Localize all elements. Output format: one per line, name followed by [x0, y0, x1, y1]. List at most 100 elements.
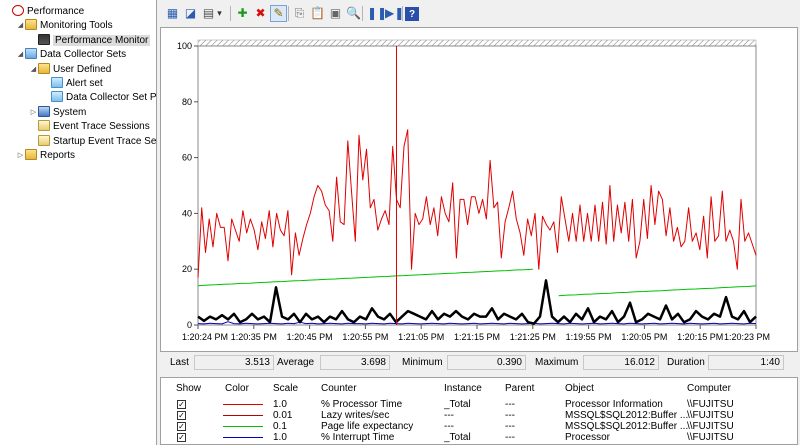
tree-item-label: Monitoring Tools — [40, 20, 113, 32]
header-scale[interactable]: Scale — [273, 383, 298, 394]
freeze-display-button[interactable]: ❚❚ — [366, 5, 387, 22]
copy-properties-button[interactable]: ⎘ — [291, 5, 308, 22]
cell-scale: 1.0 — [273, 399, 287, 410]
tree-expander-icon[interactable]: ▷ — [16, 148, 25, 163]
header-object[interactable]: Object — [565, 383, 594, 394]
show-checkbox[interactable]: ✓ — [177, 422, 186, 431]
average-label: Average — [277, 357, 315, 368]
event-trace-icon — [38, 120, 50, 132]
show-checkbox[interactable]: ✓ — [177, 433, 186, 442]
tree-item[interactable]: Performance Monitor — [29, 33, 151, 48]
tree-item-label: Performance — [27, 6, 85, 17]
x-tick-label: 1:20:35 PM — [231, 332, 277, 342]
cell-object: Processor — [565, 432, 611, 443]
tree-item[interactable]: ◢ Monitoring Tools — [16, 18, 113, 33]
duration-label: Duration — [667, 357, 705, 368]
tree-item-label: Reports — [40, 150, 76, 161]
zoom-button[interactable]: 🔍 — [345, 5, 362, 22]
highlight-button[interactable]: ✎ — [270, 5, 287, 22]
header-show[interactable]: Show — [176, 383, 201, 394]
toolbar: ▦ ◪ ▤ ▾ ✚ ✖ ✎ ⎘ 📋 ▣ 🔍 ❚❚ ▶❚? — [160, 2, 798, 26]
tree-item-label: Performance Monitor — [53, 34, 151, 46]
tree-item[interactable]: Alert set — [42, 76, 103, 91]
y-tick-label: 100 — [177, 41, 192, 51]
cell-parent: --- — [505, 432, 515, 443]
tree-expander-icon[interactable]: ▷ — [29, 105, 38, 120]
plot-frame — [197, 45, 757, 326]
duration-value: 1:40 — [708, 355, 784, 370]
minimum-value: 0.390 — [447, 355, 526, 370]
tree-item[interactable]: Data Collector Set P — [42, 90, 157, 105]
cell-computer: \\FUJITSU — [687, 421, 734, 432]
performance-icon — [12, 5, 24, 16]
update-data-button[interactable]: ▶❚ — [384, 5, 404, 22]
paste-counter-list-button[interactable]: 📋 — [309, 5, 326, 22]
x-tick-label: 1:19:55 PM — [566, 332, 612, 342]
minimum-label: Minimum — [402, 357, 443, 368]
tree-item[interactable]: ◢ User Defined — [29, 62, 111, 77]
view-current-activity-button[interactable]: ▦ — [164, 5, 181, 22]
performance-chart[interactable]: 0 20 40 60 80 100 1:20:24 PM 1:20:35 PM 1:20:45 … — [161, 28, 797, 351]
folder-icon — [25, 19, 37, 31]
tree-expander-icon[interactable]: ◢ — [16, 18, 25, 33]
reports-icon — [25, 149, 37, 160]
tree-item[interactable]: Startup Event Trace Ses — [29, 134, 157, 149]
tree-item-label: Alert set — [66, 78, 103, 89]
tree-item-label: User Defined — [53, 63, 112, 75]
toolbar-separator — [230, 6, 231, 21]
average-value: 3.698 — [320, 355, 390, 370]
cell-object: MSSQL$SQL2012:Buffer ... — [565, 410, 689, 421]
tree-item[interactable]: ◢ Data Collector Sets — [16, 47, 126, 62]
show-checkbox[interactable]: ✓ — [177, 400, 186, 409]
tree-item[interactable]: ▷ System — [29, 105, 86, 120]
monitor-icon — [38, 33, 50, 45]
cell-computer: \\FUJITSU — [687, 410, 734, 421]
show-checkbox[interactable]: ✓ — [177, 411, 186, 420]
toolbar-separator — [362, 6, 363, 21]
table-row[interactable]: ✓ 1.0 % Interrupt Time _Total --- Processor \\… — [161, 432, 797, 443]
graph-area[interactable]: 0 20 40 60 80 100 1:20:24 PM 1:20:35 PM 1:20:45 … — [160, 27, 798, 352]
data-collector-icon — [25, 48, 37, 60]
x-tick-label: 1:21:05 PM — [398, 332, 444, 342]
help-button[interactable]: ? — [405, 7, 419, 21]
cell-scale: 0.1 — [273, 421, 287, 432]
toolbar-separator — [288, 6, 289, 21]
view-log-data-button[interactable]: ◪ — [182, 5, 199, 22]
y-tick-label: 0 — [187, 320, 192, 330]
tree-item-label: Data Collector Set P — [66, 92, 157, 104]
tree-item[interactable]: ▷ Reports — [16, 148, 75, 163]
cell-computer: \\FUJITSU — [687, 399, 734, 410]
table-row[interactable]: ✓ 0.01 Lazy writes/sec --- --- MSSQL$SQL2012:… — [161, 410, 797, 421]
tree-item[interactable]: Event Trace Sessions — [29, 119, 150, 134]
cell-instance: _Total — [444, 399, 471, 410]
counter-table: Show Color Scale Counter Instance Parent… — [160, 377, 798, 445]
delete-counter-button[interactable]: ✖ — [252, 5, 269, 22]
tree-expander-icon[interactable]: ◢ — [29, 62, 38, 77]
x-tick-label: 1:20:45 PM — [287, 332, 333, 342]
table-row[interactable]: ✓ 1.0 % Processor Time _Total --- Processor I… — [161, 399, 797, 410]
maximum-label: Maximum — [535, 357, 579, 368]
header-parent[interactable]: Parent — [505, 383, 534, 394]
add-counter-button[interactable]: ✚ — [234, 5, 251, 22]
cell-scale: 1.0 — [273, 432, 287, 443]
tree-item[interactable]: Performance — [3, 4, 84, 19]
x-tick-label: 1:21:15 PM — [454, 332, 500, 342]
header-color[interactable]: Color — [225, 383, 249, 394]
header-counter[interactable]: Counter — [321, 383, 357, 394]
cell-scale: 0.01 — [273, 410, 293, 421]
x-tick-label: 1:20:05 PM — [621, 332, 667, 342]
color-swatch — [223, 426, 263, 427]
y-tick-label: 60 — [182, 153, 192, 163]
tree-item-label: Startup Event Trace Ses — [53, 135, 157, 147]
x-tick-label: 1:20:24 PM — [182, 332, 228, 342]
header-instance[interactable]: Instance — [444, 383, 482, 394]
header-computer[interactable]: Computer — [687, 383, 731, 394]
statistics-bar: Last 3.513 Average 3.698 Minimum 0.390 M… — [160, 353, 798, 373]
cell-computer: \\FUJITSU — [687, 432, 734, 443]
table-row[interactable]: ✓ 0.1 Page life expectancy --- --- MSSQL$SQL2… — [161, 421, 797, 432]
tree-expander-icon[interactable]: ◢ — [16, 47, 25, 62]
color-swatch — [223, 404, 263, 405]
properties-button[interactable]: ▣ — [327, 5, 344, 22]
graph-type-dropdown-button[interactable]: ▾ — [215, 5, 224, 22]
color-swatch — [223, 415, 263, 416]
